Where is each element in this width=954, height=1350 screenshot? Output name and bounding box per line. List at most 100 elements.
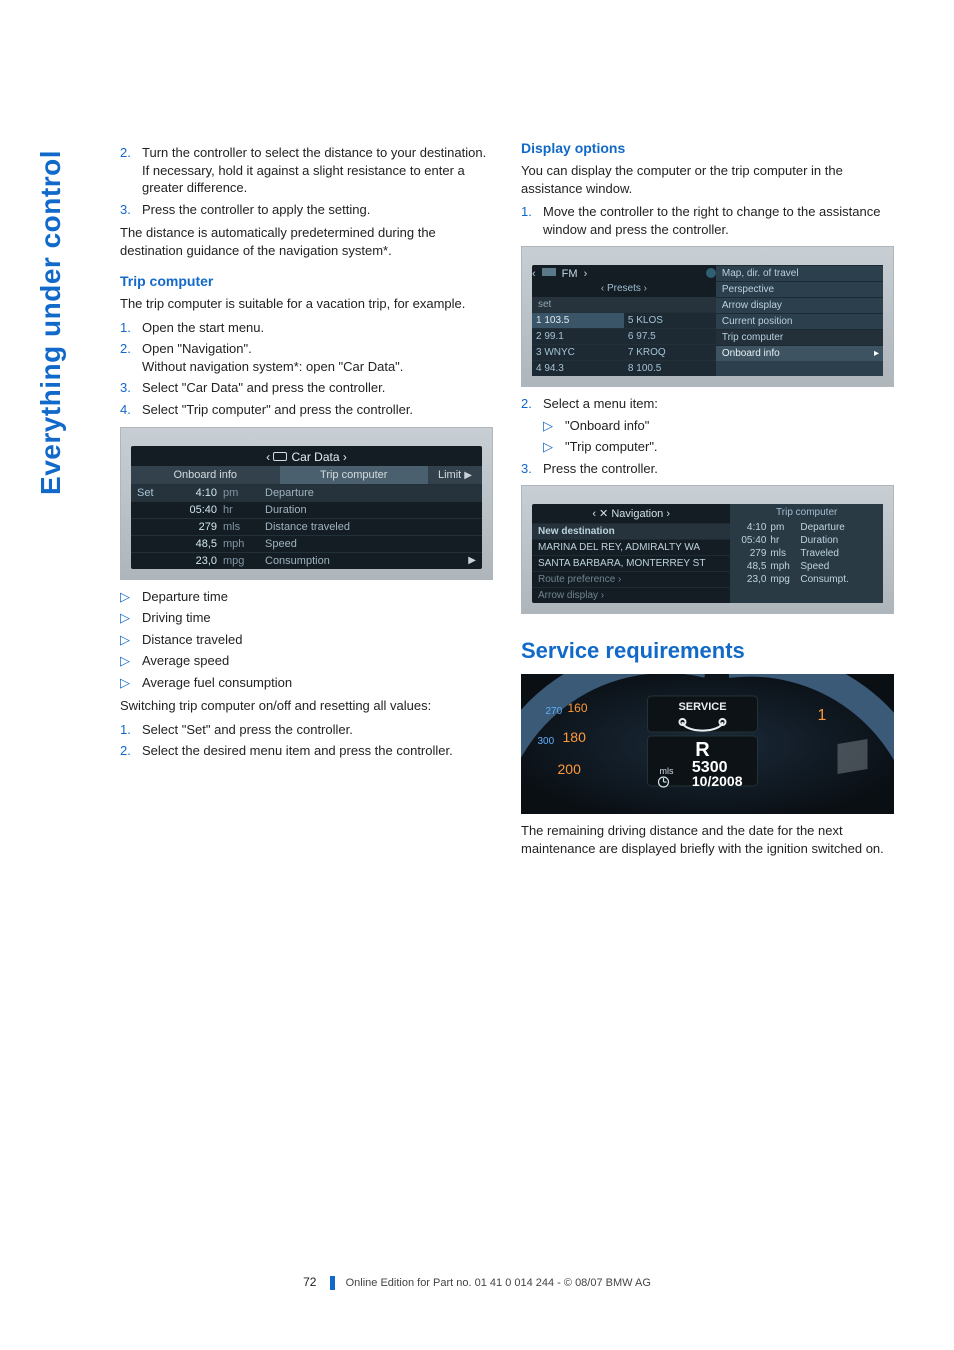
preset-cell[interactable]: 8 100.5 — [624, 360, 716, 376]
triangle-bullet-icon: ▷ — [543, 417, 565, 435]
step-text: Select "Set" and press the controller. — [142, 721, 353, 739]
preset-cell[interactable]: 2 99.1 — [532, 328, 624, 344]
list-number: 2. — [120, 144, 142, 197]
svg-text:R: R — [695, 739, 710, 761]
step-text: Select "Trip computer" and press the con… — [142, 401, 413, 419]
menu-item[interactable]: Arrow display — [716, 297, 883, 313]
nav-right-title: Trip computer — [730, 504, 883, 521]
list-number: 1. — [120, 319, 142, 337]
list-number: 3. — [120, 379, 142, 397]
menu-item[interactable]: Current position — [716, 313, 883, 329]
tab-trip-computer[interactable]: Trip computer — [280, 466, 429, 484]
body-text: The remaining driving distance and the d… — [521, 822, 894, 857]
value: 05:40 — [736, 535, 766, 546]
triangle-bullet-icon: ▷ — [543, 438, 565, 456]
list-number: 4. — [120, 401, 142, 419]
step-text: Turn the controller to select the distan… — [142, 144, 493, 197]
unit: mls — [223, 521, 259, 533]
label: Speed — [800, 561, 877, 572]
set-label[interactable]: Set — [137, 487, 167, 499]
list-number: 3. — [120, 201, 142, 219]
svg-text:10/2008: 10/2008 — [692, 773, 743, 789]
body-text: The trip computer is suitable for a vaca… — [120, 295, 493, 313]
step-text: Open the start menu. — [142, 319, 264, 337]
footer-bar-icon — [330, 1276, 335, 1290]
section-side-title: Everything under control — [35, 150, 67, 495]
svg-text:SERVICE: SERVICE — [678, 701, 726, 713]
value: 48,5 — [736, 561, 766, 572]
preset-cell[interactable]: 5 KLOS — [624, 312, 716, 328]
label: Departure — [800, 522, 877, 533]
value: 279 — [736, 548, 766, 559]
body-text: You can display the computer or the trip… — [521, 162, 894, 197]
triangle-bullet-icon: ▷ — [120, 674, 142, 692]
bullet-text: Average fuel consumption — [142, 674, 292, 692]
unit: pm — [223, 487, 259, 499]
screenshot-car-data: ‹ Car Data › Onboard info Trip computer … — [120, 427, 493, 580]
nav-new-destination[interactable]: New destination — [532, 523, 730, 539]
nav-title: ‹ ✕ Navigation › — [532, 504, 730, 523]
svg-text:160: 160 — [568, 701, 588, 715]
menu-item[interactable]: Perspective — [716, 281, 883, 297]
left-column: 2.Turn the controller to select the dist… — [120, 140, 493, 863]
unit: hr — [770, 535, 796, 546]
value: 4:10 — [736, 522, 766, 533]
bullet-text: Departure time — [142, 588, 228, 606]
tp-icon — [706, 268, 716, 278]
body-text: Switching trip computer on/off and reset… — [120, 697, 493, 715]
list-number: 1. — [120, 721, 142, 739]
preset-cell[interactable]: 4 94.3 — [532, 360, 624, 376]
page-number: 72 — [303, 1275, 316, 1289]
idrive-title: ‹ Car Data › — [131, 446, 482, 466]
bullet-text: "Trip computer". — [565, 438, 658, 456]
value: 4:10 — [173, 487, 217, 499]
menu-item[interactable]: Map, dir. of travel — [716, 265, 883, 281]
preset-cell[interactable]: 3 WNYC — [532, 344, 624, 360]
nav-destination[interactable]: SANTA BARBARA, MONTERREY ST — [532, 555, 730, 571]
label: Duration — [265, 504, 476, 516]
preset-cell[interactable]: 7 KROQ — [624, 344, 716, 360]
heading-service-requirements: Service requirements — [521, 638, 894, 664]
list-number: 3. — [521, 460, 543, 478]
nav-arrow-display[interactable]: Arrow display › — [532, 587, 730, 603]
menu-item-selected[interactable]: Onboard info — [716, 345, 883, 361]
footer-text: Online Edition for Part no. 01 41 0 014 … — [346, 1277, 651, 1289]
unit: mph — [223, 538, 259, 550]
nav-destination[interactable]: MARINA DEL REY, ADMIRALTY WA — [532, 539, 730, 555]
bullet-text: Average speed — [142, 652, 229, 670]
svg-text:300: 300 — [538, 736, 555, 747]
step-text: Press the controller. — [543, 460, 658, 478]
unit: mls — [770, 548, 796, 559]
value: 05:40 — [173, 504, 217, 516]
screenshot-navigation: ‹ ✕ Navigation › New destination MARINA … — [521, 485, 894, 614]
value: 48,5 — [173, 538, 217, 550]
label: Speed — [265, 538, 476, 550]
page-footer: 72 Online Edition for Part no. 01 41 0 0… — [0, 1275, 954, 1290]
bullet-text: Driving time — [142, 609, 211, 627]
screenshot-assistance-window: ‹ FM › ‹ Presets › set 1 103.5 5 KLOS 2 … — [521, 246, 894, 387]
step-text: Select a menu item: — [543, 395, 658, 413]
menu-item[interactable]: Trip computer — [716, 329, 883, 345]
bullet-text: "Onboard info" — [565, 417, 649, 435]
triangle-bullet-icon: ▷ — [120, 588, 142, 606]
preset-cell[interactable]: 6 97.5 — [624, 328, 716, 344]
nav-route-preference[interactable]: Route preference › — [532, 571, 730, 587]
set-label: set — [532, 297, 716, 312]
tab-onboard-info[interactable]: Onboard info — [131, 466, 280, 484]
preset-cell[interactable]: 1 103.5 — [532, 312, 624, 328]
step-text: Select the desired menu item and press t… — [142, 742, 453, 760]
svg-text:1: 1 — [818, 707, 827, 724]
chevron-right-icon: ▶ — [468, 555, 476, 566]
triangle-bullet-icon: ▷ — [120, 631, 142, 649]
list-number: 2. — [120, 742, 142, 760]
value: 23,0 — [173, 555, 217, 567]
bmw-kidney-icon — [273, 452, 287, 461]
chevron-right-icon: ▶ — [464, 470, 472, 481]
subheading-display-options: Display options — [521, 140, 894, 156]
value: 23,0 — [736, 574, 766, 585]
value: 279 — [173, 521, 217, 533]
tab-limit[interactable]: Limit ▶ — [428, 466, 482, 484]
radio-icon — [542, 268, 556, 276]
radio-presets[interactable]: ‹ Presets › — [532, 283, 716, 297]
svg-text:200: 200 — [558, 761, 582, 777]
